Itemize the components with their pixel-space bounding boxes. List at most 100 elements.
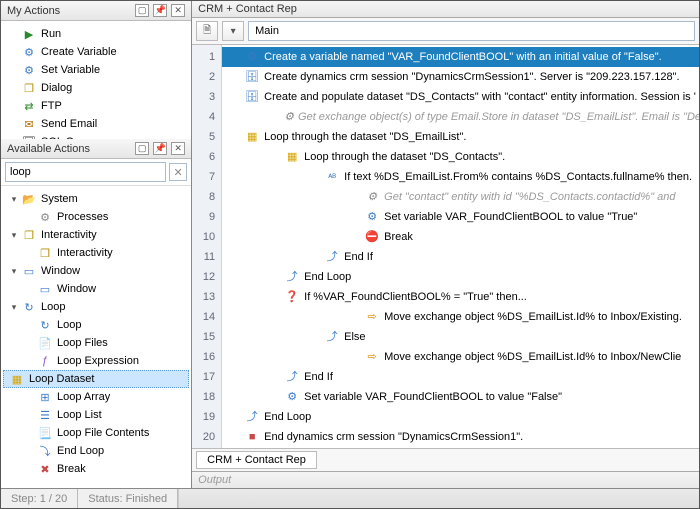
ico-var-icon	[21, 44, 37, 60]
clear-search-icon[interactable]: ✕	[169, 163, 187, 181]
twisty-icon[interactable]	[9, 302, 19, 312]
panel-pin-icon[interactable]: 📌	[153, 4, 167, 17]
line-number: 10	[192, 227, 221, 247]
panel-close-icon[interactable]: ✕	[171, 4, 185, 17]
tree-item[interactable]: Loop	[3, 316, 189, 334]
ico-ftp-icon	[21, 98, 37, 114]
output-panel-header[interactable]: Output	[192, 471, 699, 488]
doc-icon[interactable]: 🗎	[196, 21, 218, 41]
code-line[interactable]: Set variable VAR_FoundClientBOOL to valu…	[222, 207, 699, 227]
code-line[interactable]: Get exchange object(s) of type Email.Sto…	[222, 107, 699, 127]
ico-window-icon	[21, 263, 37, 279]
tree-group[interactable]: Window	[3, 262, 189, 280]
code-line[interactable]: End dynamics crm session "DynamicsCrmSes…	[222, 427, 699, 447]
my-action-item[interactable]: FTP	[3, 97, 189, 115]
code-line[interactable]: End If	[222, 367, 699, 387]
ico-looparr-icon	[37, 389, 53, 405]
ico-loopexpr-icon	[37, 353, 53, 369]
twisty-icon[interactable]	[9, 266, 19, 276]
tree-item[interactable]: End Loop	[3, 442, 189, 460]
code-text: End Loop	[264, 407, 311, 427]
search-row: ✕	[1, 159, 191, 186]
my-action-item[interactable]: Set Variable	[3, 61, 189, 79]
tree-item[interactable]: Loop File Contents	[3, 424, 189, 442]
ico-dlg-icon	[21, 80, 37, 96]
my-action-item[interactable]: Create Variable	[3, 43, 189, 61]
search-input[interactable]	[5, 162, 166, 182]
code-line[interactable]: If %VAR_FoundClientBOOL% = "True" then..…	[222, 287, 699, 307]
tree-item[interactable]: Loop Array	[3, 388, 189, 406]
code-line[interactable]: End If	[222, 247, 699, 267]
ico-looplist-icon	[37, 407, 53, 423]
my-action-item[interactable]: Send Email	[3, 115, 189, 133]
code-text: Get exchange object(s) of type Email.Sto…	[298, 107, 699, 127]
code-line[interactable]: Break	[222, 227, 699, 247]
code-line[interactable]: Create dynamics crm session "DynamicsCrm…	[222, 67, 699, 87]
code-line[interactable]: End Loop	[222, 267, 699, 287]
twisty-icon[interactable]	[9, 230, 19, 240]
ico-brk-icon	[364, 229, 380, 245]
ico-inter-icon	[21, 227, 37, 243]
editor-toolbar: 🗎 ▾	[192, 18, 699, 45]
ico-break-icon	[37, 461, 53, 477]
line-number: 16	[192, 347, 221, 367]
ico-db-icon	[244, 89, 260, 105]
code-line[interactable]: Loop through the dataset "DS_EmailList".	[222, 127, 699, 147]
tree-group[interactable]: System	[3, 190, 189, 208]
twisty-icon[interactable]	[9, 194, 19, 204]
tree-item[interactable]: Window	[3, 280, 189, 298]
tab-crm-contact-rep[interactable]: CRM + Contact Rep	[196, 451, 317, 469]
ico-end-icon	[324, 249, 340, 265]
code-line[interactable]: Create a variable named "VAR_FoundClient…	[222, 47, 699, 67]
available-actions-title: Available Actions	[7, 143, 90, 155]
line-number: 20	[192, 427, 221, 447]
tree-item[interactable]: Loop Files	[3, 334, 189, 352]
code-line[interactable]: Set variable VAR_FoundClientBOOL to valu…	[222, 387, 699, 407]
code-text: Set variable VAR_FoundClientBOOL to valu…	[304, 387, 562, 407]
line-number: 17	[192, 367, 221, 387]
ico-loopfile-icon	[37, 335, 53, 351]
tree-item[interactable]: Loop Expression	[3, 352, 189, 370]
line-number: 1	[192, 47, 221, 67]
tree-item[interactable]: Loop Dataset	[3, 370, 189, 388]
ico-end-icon	[284, 269, 300, 285]
my-actions-title: My Actions	[7, 5, 60, 17]
line-number: 14	[192, 307, 221, 327]
tree-item[interactable]: Processes	[3, 208, 189, 226]
code-line[interactable]: Move exchange object %DS_EmailList.Id% t…	[222, 347, 699, 367]
status-fill	[178, 489, 699, 508]
tree-item[interactable]: Interactivity	[3, 244, 189, 262]
line-number: 9	[192, 207, 221, 227]
dropdown-icon[interactable]: ▾	[222, 21, 244, 41]
tree-group[interactable]: Loop	[3, 298, 189, 316]
code-line[interactable]: Get "contact" entity with id "%DS_Contac…	[222, 187, 699, 207]
line-number: 7	[192, 167, 221, 187]
panel-pin-icon[interactable]: 📌	[153, 142, 167, 155]
ico-move-icon	[364, 309, 380, 325]
panel-dock-icon[interactable]: ▢	[135, 4, 149, 17]
tree-item[interactable]: Loop List	[3, 406, 189, 424]
panel-dock-icon[interactable]: ▢	[135, 142, 149, 155]
line-number: 18	[192, 387, 221, 407]
status-bar: Step: 1 / 20 Status: Finished	[1, 488, 699, 508]
ico-abc-icon	[324, 169, 340, 185]
line-number: 13	[192, 287, 221, 307]
ico-var-icon	[244, 49, 260, 65]
tree-group[interactable]: Interactivity	[3, 226, 189, 244]
code-line[interactable]: Else	[222, 327, 699, 347]
code-line[interactable]: Create and populate dataset "DS_Contacts…	[222, 87, 699, 107]
tree-item[interactable]: Break	[3, 460, 189, 478]
code-line[interactable]: Move exchange object %DS_EmailList.Id% t…	[222, 307, 699, 327]
panel-close-icon[interactable]: ✕	[171, 142, 185, 155]
line-number: 11	[192, 247, 221, 267]
my-action-item[interactable]: Run	[3, 25, 189, 43]
code-line[interactable]: If text %DS_EmailList.From% contains %DS…	[222, 167, 699, 187]
code-line[interactable]: End Loop	[222, 407, 699, 427]
ico-stop-icon	[244, 429, 260, 445]
code-body[interactable]: Create a variable named "VAR_FoundClient…	[222, 45, 699, 448]
ico-loop-icon	[37, 317, 53, 333]
line-number: 6	[192, 147, 221, 167]
my-action-item[interactable]: Dialog	[3, 79, 189, 97]
procedure-name-input[interactable]	[248, 21, 695, 41]
code-line[interactable]: Loop through the dataset "DS_Contacts".	[222, 147, 699, 167]
